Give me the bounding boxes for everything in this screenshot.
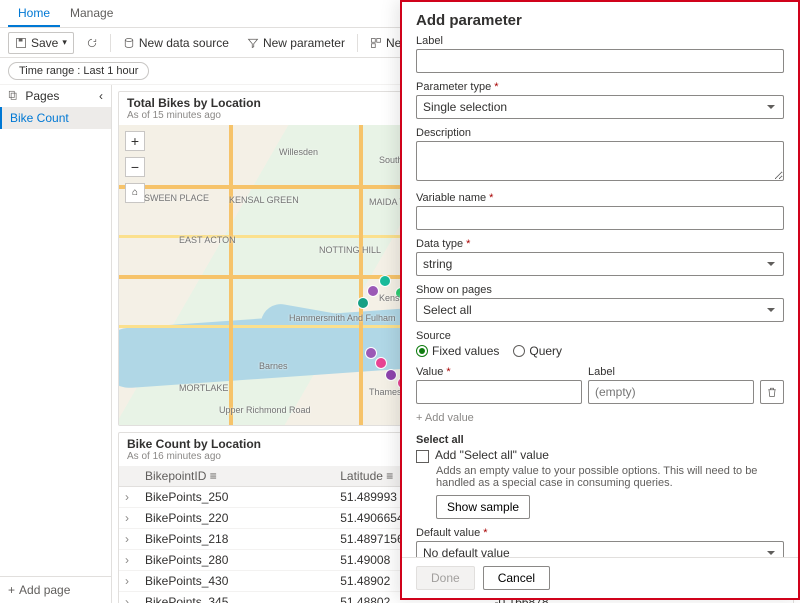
data-type-label: Data type: [416, 238, 784, 250]
sidebar: Pages ‹ Bike Count + Add page: [0, 85, 112, 603]
zoom-home-button[interactable]: ⌂: [125, 183, 145, 203]
map-place-label: Barnes: [259, 361, 288, 371]
done-button[interactable]: Done: [416, 566, 475, 590]
map-data-point[interactable]: [379, 275, 391, 287]
map-data-point[interactable]: [365, 347, 377, 359]
map-place-label: NOTTING HILL: [319, 245, 381, 255]
map-data-point[interactable]: [375, 357, 387, 369]
variable-name-label: Variable name: [416, 192, 784, 204]
label-input[interactable]: [416, 49, 784, 73]
expand-icon[interactable]: ›: [125, 595, 133, 603]
source-fixed-radio[interactable]: Fixed values: [416, 344, 499, 358]
page-item-bike-count[interactable]: Bike Count: [0, 107, 111, 129]
table-cell: BikePoints_280: [139, 550, 334, 571]
map-place-label: MORTLAKE: [179, 383, 228, 393]
save-button[interactable]: Save ▾: [8, 32, 74, 54]
table-cell: BikePoints_430: [139, 571, 334, 592]
map-data-point[interactable]: [367, 285, 379, 297]
table-cell: BikePoints_220: [139, 508, 334, 529]
plus-icon: +: [8, 583, 15, 597]
map-place-label: Thames: [369, 387, 402, 397]
filter-icon: [247, 37, 259, 49]
save-label: Save: [31, 36, 58, 50]
refresh-icon: [86, 37, 98, 49]
map-place-label: Upper Richmond Road: [219, 405, 311, 415]
select-all-checkbox-label: Add "Select all" value: [435, 448, 549, 462]
select-all-section-label: Select all: [416, 434, 784, 446]
map-data-point[interactable]: [357, 297, 369, 309]
add-page-button[interactable]: + Add page: [0, 576, 111, 603]
map-place-label: Hammersmith And Fulham: [289, 313, 396, 323]
show-sample-button[interactable]: Show sample: [436, 495, 530, 519]
param-type-label: Parameter type: [416, 81, 784, 93]
chevron-down-icon: ▾: [62, 37, 67, 48]
new-parameter-label: New parameter: [263, 36, 345, 50]
map-place-label: EAST ACTON: [179, 235, 236, 245]
delete-value-button[interactable]: [760, 380, 784, 404]
variable-name-input[interactable]: [416, 206, 784, 230]
map-place-label: SWEEN PLACE: [144, 193, 209, 203]
tile-icon: [370, 37, 382, 49]
map-place-label: Willesden: [279, 147, 318, 157]
expand-icon[interactable]: ›: [125, 490, 133, 504]
map-data-point[interactable]: [385, 369, 397, 381]
map-place-label: KENSAL GREEN: [229, 195, 299, 205]
table-header[interactable]: BikepointID ≡: [139, 466, 334, 487]
source-query-radio[interactable]: Query: [513, 344, 562, 358]
cancel-button[interactable]: Cancel: [483, 566, 550, 590]
tab-home[interactable]: Home: [8, 0, 60, 27]
table-cell: BikePoints_345: [139, 592, 334, 603]
value-col-label: Value: [416, 366, 582, 378]
sidebar-collapse-icon[interactable]: ‹: [99, 89, 103, 103]
select-all-checkbox[interactable]: [416, 450, 429, 463]
show-on-pages-label: Show on pages: [416, 284, 784, 296]
source-label: Source: [416, 330, 784, 342]
label-col-label: Label: [588, 366, 754, 378]
new-data-source-label: New data source: [139, 36, 229, 50]
pages-icon: [8, 89, 21, 103]
description-input[interactable]: [416, 141, 784, 181]
default-value-label: Default value: [416, 527, 784, 539]
zoom-in-button[interactable]: +: [125, 131, 145, 151]
add-value-button[interactable]: + Add value: [416, 412, 784, 424]
param-type-select[interactable]: Single selection: [416, 95, 784, 119]
tab-manage[interactable]: Manage: [60, 0, 123, 27]
table-cell: BikePoints_250: [139, 487, 334, 508]
table-cell: BikePoints_218: [139, 529, 334, 550]
value-label-input[interactable]: [588, 380, 754, 404]
show-on-pages-select[interactable]: Select all: [416, 298, 784, 322]
refresh-button[interactable]: [80, 34, 104, 52]
zoom-out-button[interactable]: −: [125, 157, 145, 177]
label-label: Label: [416, 35, 784, 47]
add-page-label: Add page: [19, 583, 70, 597]
data-type-select[interactable]: string: [416, 252, 784, 276]
expand-icon[interactable]: ›: [125, 511, 133, 525]
new-parameter-button[interactable]: New parameter: [241, 33, 351, 53]
sidebar-title: Pages: [8, 89, 59, 103]
expand-icon[interactable]: ›: [125, 574, 133, 588]
description-label: Description: [416, 127, 784, 139]
database-icon: [123, 37, 135, 49]
time-range-chip[interactable]: Time range : Last 1 hour: [8, 62, 149, 80]
add-parameter-panel: Add parameter Label Parameter type Singl…: [400, 0, 800, 600]
expand-icon[interactable]: ›: [125, 553, 133, 567]
select-all-help: Adds an empty value to your possible opt…: [436, 465, 784, 489]
expand-icon[interactable]: ›: [125, 532, 133, 546]
panel-title: Add parameter: [416, 12, 784, 29]
save-icon: [15, 37, 27, 49]
new-data-source-button[interactable]: New data source: [117, 33, 235, 53]
value-input[interactable]: [416, 380, 582, 404]
trash-icon: [766, 386, 778, 398]
